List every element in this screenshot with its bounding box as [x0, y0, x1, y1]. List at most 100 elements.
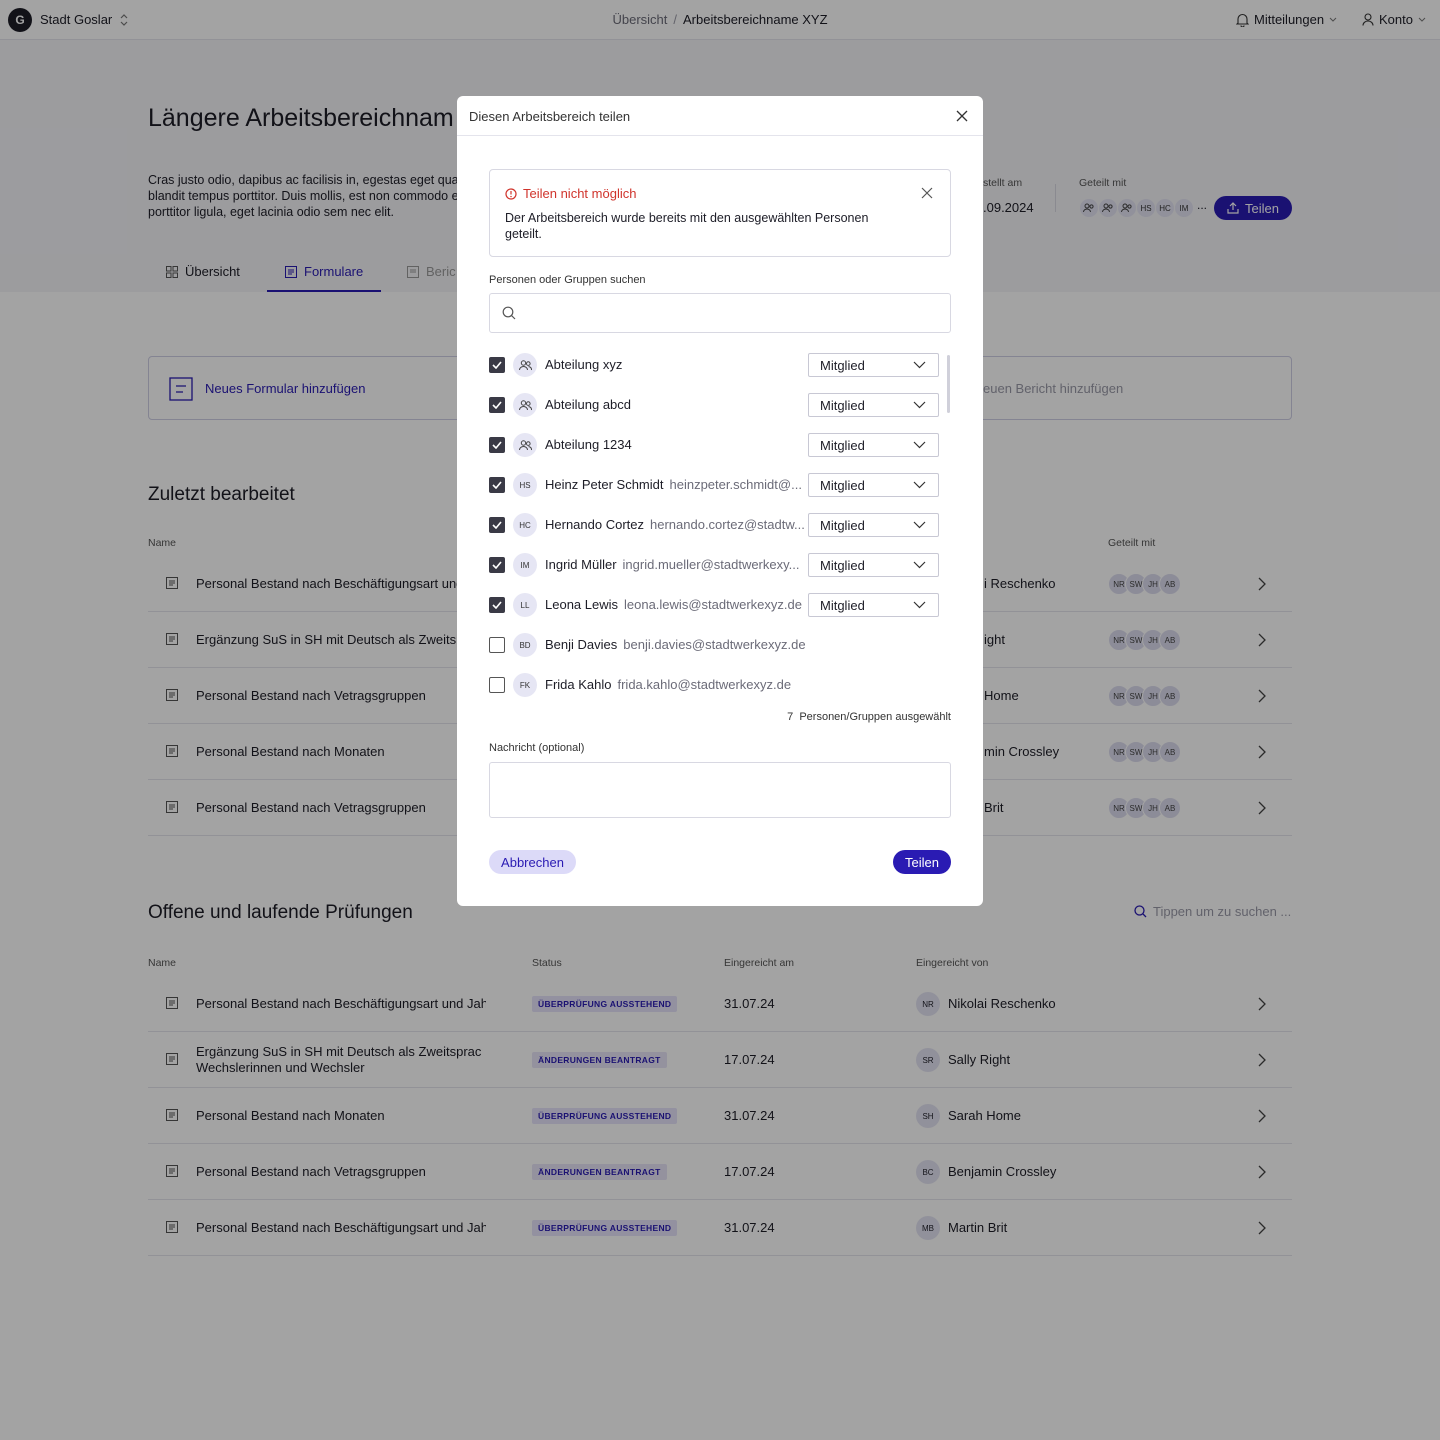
role-select[interactable]: Mitglied — [808, 593, 939, 617]
avatar: IM — [513, 553, 537, 577]
error-alert: Teilen nicht möglich Der Arbeitsbereich … — [489, 169, 951, 257]
person-name-line: Hernando Cortez hernando.cortez@stadtw... — [545, 517, 805, 532]
dialog-title: Diesen Arbeitsbereich teilen — [469, 109, 631, 124]
avatar: LL — [513, 593, 537, 617]
person-name-line: Frida Kahlo frida.kahlo@stadtwerkexyz.de — [545, 677, 791, 692]
person-row: FK Frida Kahlo frida.kahlo@stadtwerkexyz.d… — [489, 665, 939, 705]
group-icon — [518, 359, 532, 370]
role-select[interactable]: Mitglied — [808, 393, 939, 417]
group-avatar — [513, 393, 537, 417]
role-value: Mitglied — [820, 597, 865, 613]
chevron-down-icon — [913, 561, 926, 569]
chevron-down-icon — [913, 361, 926, 369]
avatar: HS — [513, 473, 537, 497]
check-icon — [492, 601, 502, 609]
search-label: Personen oder Gruppen suchen — [489, 274, 646, 286]
alert-title-text: Teilen nicht möglich — [523, 186, 637, 201]
person-name-line: Abteilung xyz — [545, 357, 622, 372]
alert-message: Der Arbeitsbereich wurde bereits mit den… — [505, 211, 869, 241]
person-name-line: Leona Lewis leona.lewis@stadtwerkexyz.de — [545, 597, 802, 612]
share-dialog: Diesen Arbeitsbereich teilen Teilen nich… — [457, 96, 983, 906]
person-name-line: Benji Davies benji.davies@stadtwerkexyz.d… — [545, 637, 806, 652]
role-value: Mitglied — [820, 397, 865, 413]
selected-number: 7 — [787, 711, 794, 723]
chevron-down-icon — [913, 601, 926, 609]
share-button[interactable]: Teilen — [893, 850, 951, 874]
person-email: ingrid.mueller@stadtwerkexy... — [622, 557, 800, 572]
chevron-down-icon — [913, 441, 926, 449]
role-select[interactable]: Mitglied — [808, 353, 939, 377]
chevron-down-icon — [913, 401, 926, 409]
person-name-line: Heinz Peter Schmidt heinzpeter.schmidt@..… — [545, 477, 802, 492]
person-checkbox[interactable] — [489, 637, 505, 653]
person-row: Abteilung abcd Mitglied — [489, 385, 939, 425]
check-icon — [492, 361, 502, 369]
person-row: HC Hernando Cortez hernando.cortez@stadtw.… — [489, 505, 939, 545]
avatar: HC — [513, 513, 537, 537]
person-name: Leona Lewis — [545, 597, 618, 612]
person-row: HS Heinz Peter Schmidt heinzpeter.schmidt@… — [489, 465, 939, 505]
role-select[interactable]: Mitglied — [808, 553, 939, 577]
person-email: frida.kahlo@stadtwerkexyz.de — [617, 677, 792, 692]
person-checkbox[interactable] — [489, 357, 505, 373]
person-checkbox[interactable] — [489, 557, 505, 573]
cancel-button[interactable]: Abbrechen — [489, 850, 576, 874]
person-name: Abteilung 1234 — [545, 437, 632, 452]
person-checkbox[interactable] — [489, 597, 505, 613]
role-value: Mitglied — [820, 517, 865, 533]
close-icon[interactable] — [954, 108, 970, 124]
close-icon[interactable] — [920, 186, 934, 200]
person-name: Frida Kahlo — [545, 677, 612, 692]
group-icon — [518, 439, 532, 450]
person-email: leona.lewis@stadtwerkexyz.de — [624, 597, 802, 612]
check-icon — [492, 521, 502, 529]
person-row: Abteilung 1234 Mitglied — [489, 425, 939, 465]
person-checkbox[interactable] — [489, 437, 505, 453]
person-row: LL Leona Lewis leona.lewis@stadtwerkexyz.d… — [489, 585, 939, 625]
person-name-line: Abteilung 1234 — [545, 437, 632, 452]
role-value: Mitglied — [820, 477, 865, 493]
group-avatar — [513, 353, 537, 377]
person-checkbox[interactable] — [489, 477, 505, 493]
selected-count: 7 Personen/Gruppen ausgewählt — [457, 711, 951, 723]
person-name-line: Ingrid Müller ingrid.mueller@stadtwerkexy… — [545, 557, 800, 572]
people-search-input[interactable] — [524, 302, 934, 324]
person-name: Abteilung abcd — [545, 397, 632, 412]
person-row: Abteilung xyz Mitglied — [489, 345, 939, 385]
role-select[interactable]: Mitglied — [808, 433, 939, 457]
role-value: Mitglied — [820, 557, 865, 573]
people-search — [489, 293, 951, 333]
role-select[interactable]: Mitglied — [808, 473, 939, 497]
person-checkbox[interactable] — [489, 397, 505, 413]
alert-title: Teilen nicht möglich — [505, 186, 636, 201]
group-avatar — [513, 433, 537, 457]
check-icon — [492, 561, 502, 569]
role-select[interactable]: Mitglied — [808, 513, 939, 537]
person-name: Ingrid Müller — [545, 557, 617, 572]
person-name: Heinz Peter Schmidt — [545, 477, 664, 492]
message-label: Nachricht (optional) — [489, 742, 585, 754]
person-email: benji.davies@stadtwerkexyz.de — [623, 637, 806, 652]
person-name: Hernando Cortez — [545, 517, 644, 532]
message-field[interactable] — [489, 762, 951, 818]
person-checkbox[interactable] — [489, 677, 505, 693]
group-icon — [518, 399, 532, 410]
chevron-down-icon — [913, 521, 926, 529]
person-name: Benji Davies — [545, 637, 618, 652]
person-email: heinzpeter.schmidt@... — [669, 477, 802, 492]
role-value: Mitglied — [820, 437, 865, 453]
person-name-line: Abteilung abcd — [545, 397, 631, 412]
avatar: FK — [513, 673, 537, 697]
check-icon — [492, 481, 502, 489]
avatar: BD — [513, 633, 537, 657]
scrollbar[interactable] — [947, 355, 950, 413]
person-checkbox[interactable] — [489, 517, 505, 533]
check-icon — [492, 401, 502, 409]
role-value: Mitglied — [820, 357, 865, 373]
chevron-down-icon — [913, 481, 926, 489]
error-icon — [505, 187, 517, 200]
person-name: Abteilung xyz — [545, 357, 623, 372]
search-icon — [502, 306, 516, 320]
check-icon — [492, 441, 502, 449]
selected-label: Personen/Gruppen ausgewählt — [799, 711, 951, 723]
